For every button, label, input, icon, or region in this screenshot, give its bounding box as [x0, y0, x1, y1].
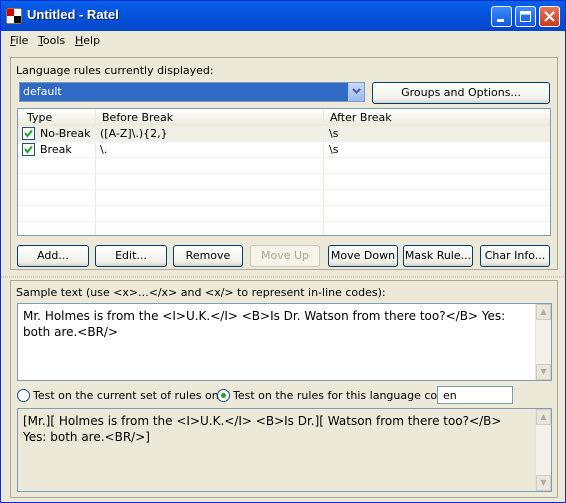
rule-after-break: \s — [329, 143, 339, 156]
rules-label: Language rules currently displayed: — [16, 64, 214, 77]
radio-language-code[interactable] — [217, 389, 230, 402]
scroll-down-arrow-icon[interactable]: ▼ — [536, 364, 551, 380]
scroll-down-arrow-icon[interactable]: ▼ — [536, 475, 551, 491]
window-title: Untitled - Ratel — [27, 7, 119, 22]
rule-type: No-Break — [40, 127, 91, 140]
radio-current-rules-label[interactable]: Test on the current set of rules only — [33, 389, 228, 402]
panel-splitter[interactable] — [1, 271, 565, 280]
edit-rule-button[interactable]: Edit... — [95, 245, 167, 267]
move-down-button[interactable]: Move Down — [328, 245, 398, 267]
column-header-after-break[interactable]: After Break — [330, 111, 392, 124]
app-icon — [6, 8, 22, 24]
add-rule-button[interactable]: Add... — [17, 245, 89, 267]
language-code-input[interactable]: en — [437, 386, 513, 404]
checkmark-icon — [24, 129, 33, 138]
radio-language-code-label[interactable]: Test on the rules for this language code… — [233, 389, 455, 402]
minimize-icon — [497, 19, 504, 22]
remove-rule-button[interactable]: Remove — [173, 245, 243, 267]
checkmark-icon — [24, 145, 33, 154]
move-up-button[interactable]: Move Up — [250, 245, 320, 267]
maximize-button[interactable] — [515, 6, 536, 27]
menu-help[interactable]: Help — [75, 34, 100, 47]
radio-current-rules[interactable] — [17, 389, 30, 402]
result-text-area[interactable]: [Mr.][ Holmes is from the <I>U.K.</I> <B… — [17, 408, 552, 492]
combo-value: default — [23, 85, 62, 98]
table-row — [18, 158, 550, 174]
menu-tools[interactable]: Tools — [38, 34, 65, 47]
main-window: Untitled - Ratel File Tools Help Languag… — [0, 0, 566, 503]
rules-table[interactable]: Type Before Break After Break No-Break (… — [17, 108, 551, 236]
scroll-up-arrow-icon[interactable]: ▲ — [536, 304, 551, 320]
menu-bar: File Tools Help — [1, 31, 565, 50]
mask-rule-button[interactable]: Mask Rule... — [403, 245, 473, 267]
scroll-up-arrow-icon[interactable]: ▲ — [536, 409, 551, 425]
rule-enabled-checkbox[interactable] — [22, 127, 35, 140]
language-rules-combo[interactable]: default — [19, 82, 365, 102]
sample-text: Mr. Holmes is from the <I>U.K.</I> <B>Is… — [23, 309, 506, 339]
menu-file[interactable]: File — [10, 34, 28, 47]
rule-before-break: ([A-Z]\.){2,} — [100, 127, 168, 140]
char-info-button[interactable]: Char Info... — [480, 245, 550, 267]
table-row — [18, 206, 550, 222]
close-icon — [544, 11, 555, 22]
sample-scrollbar[interactable]: ▲ ▼ — [535, 304, 551, 380]
column-header-type[interactable]: Type — [27, 111, 52, 124]
table-header: Type Before Break After Break — [18, 109, 550, 127]
test-panel: Sample text (use <x>...</x> and <x/> to … — [10, 280, 558, 498]
rule-enabled-checkbox[interactable] — [22, 143, 35, 156]
chevron-down-icon — [352, 88, 361, 94]
table-row — [18, 174, 550, 190]
rule-after-break: \s — [329, 127, 339, 140]
rule-before-break: \. — [100, 143, 108, 156]
close-button[interactable] — [539, 6, 560, 27]
sample-text-label: Sample text (use <x>...</x> and <x/> to … — [16, 286, 386, 299]
sample-text-area[interactable]: Mr. Holmes is from the <I>U.K.</I> <B>Is… — [17, 303, 552, 381]
rule-type: Break — [40, 143, 72, 156]
table-row[interactable]: No-Break ([A-Z]\.){2,} \s — [18, 126, 550, 142]
table-row — [18, 190, 550, 206]
result-scrollbar[interactable]: ▲ ▼ — [535, 409, 551, 491]
groups-and-options-button[interactable]: Groups and Options... — [372, 82, 550, 104]
minimize-button[interactable] — [491, 6, 512, 27]
column-header-before-break[interactable]: Before Break — [102, 111, 173, 124]
rules-panel: Language rules currently displayed: defa… — [10, 57, 558, 270]
table-row[interactable]: Break \. \s — [18, 142, 550, 158]
result-text: [Mr.][ Holmes is from the <I>U.K.</I> <B… — [23, 414, 502, 444]
maximize-icon — [520, 11, 531, 22]
title-bar[interactable]: Untitled - Ratel — [1, 1, 565, 31]
combo-dropdown-button[interactable] — [348, 83, 364, 101]
